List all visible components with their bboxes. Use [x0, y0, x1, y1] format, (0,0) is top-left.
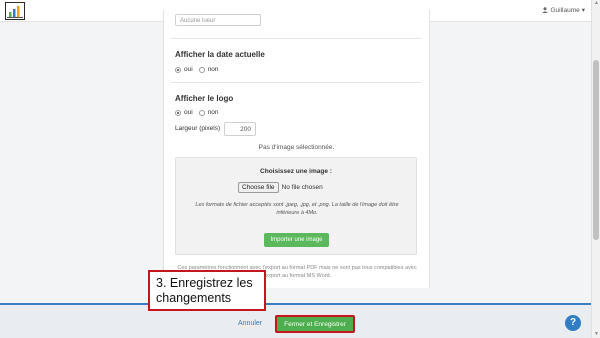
date-oui-label[interactable]: oui: [184, 66, 193, 73]
date-non-radio[interactable]: [198, 66, 205, 73]
scrollbar-thumb[interactable]: [593, 60, 599, 240]
logo-radio-group: oui non: [175, 109, 225, 116]
image-upload-box: Choisissez une image : Choose file No fi…: [175, 157, 417, 255]
choose-file-button[interactable]: Choose file: [238, 182, 279, 193]
app-logo-icon[interactable]: [5, 2, 25, 20]
date-section-title: Afficher la date actuelle: [175, 50, 265, 59]
cancel-link[interactable]: Annuler: [238, 320, 262, 327]
import-image-button[interactable]: Importer une image: [264, 233, 329, 247]
date-non-label[interactable]: non: [208, 66, 219, 73]
choose-image-title: Choisissez une image :: [260, 168, 332, 175]
accepted-formats-note: Les formats de fichier acceptés sont .jp…: [195, 202, 399, 216]
logo-width-input[interactable]: [224, 122, 256, 136]
person-icon: [542, 7, 549, 13]
partial-select-field[interactable]: Aucune lueur: [175, 14, 261, 26]
logo-oui-radio[interactable]: [175, 109, 181, 116]
question-mark-icon[interactable]: ?: [565, 315, 581, 331]
logo-oui-label[interactable]: oui: [184, 109, 193, 116]
logo-non-label[interactable]: non: [208, 109, 219, 116]
close-and-save-button[interactable]: Fermer et Enregistrer: [275, 315, 355, 333]
logo-width-label: Largeur (pixels): [175, 125, 221, 132]
date-radio-group: oui non: [175, 66, 225, 73]
no-file-chosen-text: No file chosen: [281, 184, 323, 191]
section-divider: [171, 38, 421, 39]
tutorial-callout: 3. Enregistrez les changements: [148, 270, 266, 311]
user-menu[interactable]: Guillaume ▾: [542, 6, 585, 14]
chevron-down-icon: ▾: [581, 7, 585, 14]
footer-bar: Annuler Fermer et Enregistrer ?: [0, 303, 591, 338]
no-image-text: Pas d'image sélectionnée.: [258, 144, 335, 151]
user-name: Guillaume: [550, 6, 580, 14]
scroll-up-arrow-icon[interactable]: ▲: [593, 0, 600, 7]
scroll-down-arrow-icon[interactable]: ▼: [593, 331, 600, 338]
logo-section-title: Afficher le logo: [175, 94, 234, 103]
section-divider: [171, 82, 421, 83]
scrollbar[interactable]: ▲ ▼: [591, 0, 600, 338]
date-oui-radio[interactable]: [175, 66, 181, 73]
file-picker: Choose file No file chosen: [238, 182, 323, 193]
logo-non-radio[interactable]: [198, 109, 205, 116]
